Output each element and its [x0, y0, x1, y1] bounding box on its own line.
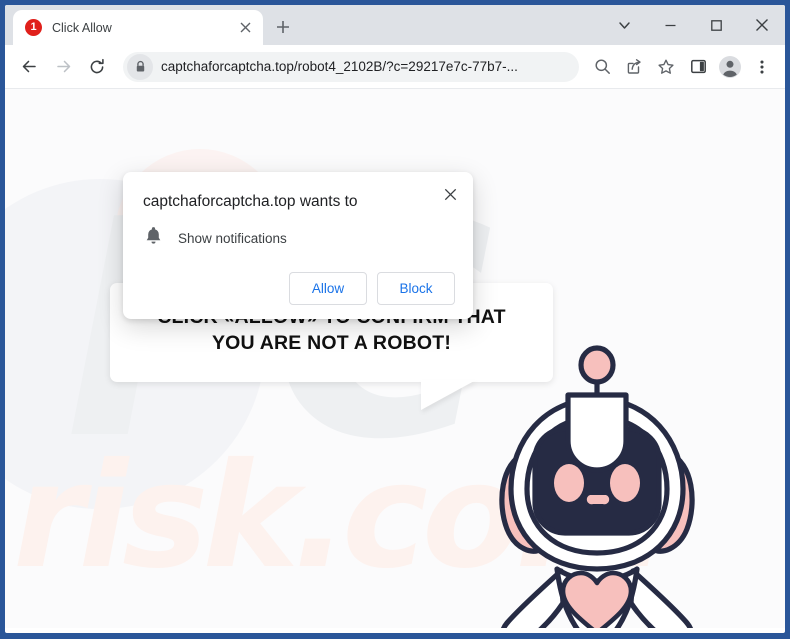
- profile-avatar-icon[interactable]: [715, 52, 745, 82]
- three-dot-menu-icon[interactable]: [747, 52, 777, 82]
- address-bar[interactable]: captchaforcaptcha.top/robot4_2102B/?c=29…: [123, 51, 579, 82]
- forward-arrow-icon[interactable]: [47, 51, 79, 83]
- block-button[interactable]: Block: [377, 272, 455, 306]
- speech-bubble-tail: [421, 380, 476, 411]
- search-zoom-icon[interactable]: [587, 52, 617, 82]
- side-panel-icon[interactable]: [683, 52, 713, 82]
- new-tab-icon[interactable]: [269, 13, 297, 41]
- lock-icon[interactable]: [127, 53, 153, 80]
- maximize-icon[interactable]: [693, 5, 739, 45]
- close-icon[interactable]: [437, 181, 463, 207]
- tab-title: Click Allow: [52, 20, 112, 35]
- share-icon[interactable]: [619, 52, 649, 82]
- reload-icon[interactable]: [81, 51, 113, 83]
- address-bar-url: captchaforcaptcha.top/robot4_2102B/?c=29…: [161, 59, 518, 74]
- browser-tab[interactable]: 1 Click Allow: [13, 10, 263, 45]
- bookmark-star-icon[interactable]: [651, 52, 681, 82]
- browser-window-inner: 1 Click Allow captchaforcaptcha.top/robo…: [5, 5, 785, 633]
- page-viewport: PC risk.com: [5, 89, 785, 628]
- permission-label: Show notifications: [178, 230, 287, 246]
- minimize-icon[interactable]: [647, 5, 693, 45]
- browser-window: 1 Click Allow captchaforcaptcha.top/robo…: [0, 0, 790, 639]
- allow-button[interactable]: Allow: [289, 272, 367, 306]
- close-tab-icon[interactable]: [235, 18, 255, 38]
- notification-permission-dialog: captchaforcaptcha.top wants to Show noti…: [123, 172, 473, 320]
- close-window-icon[interactable]: [739, 5, 785, 45]
- tab-favicon-badge: 1: [25, 19, 42, 36]
- bell-icon: [145, 226, 162, 250]
- permission-dialog-title: captchaforcaptcha.top wants to: [143, 193, 358, 210]
- browser-toolbar: captchaforcaptcha.top/robot4_2102B/?c=29…: [5, 45, 785, 89]
- permission-actions: Allow Block: [141, 272, 455, 306]
- tab-search-chevron-down-icon[interactable]: [601, 5, 647, 45]
- tab-strip: 1 Click Allow: [5, 5, 785, 45]
- window-controls: [601, 5, 785, 45]
- back-arrow-icon[interactable]: [13, 51, 45, 83]
- permission-row: Show notifications: [145, 226, 455, 250]
